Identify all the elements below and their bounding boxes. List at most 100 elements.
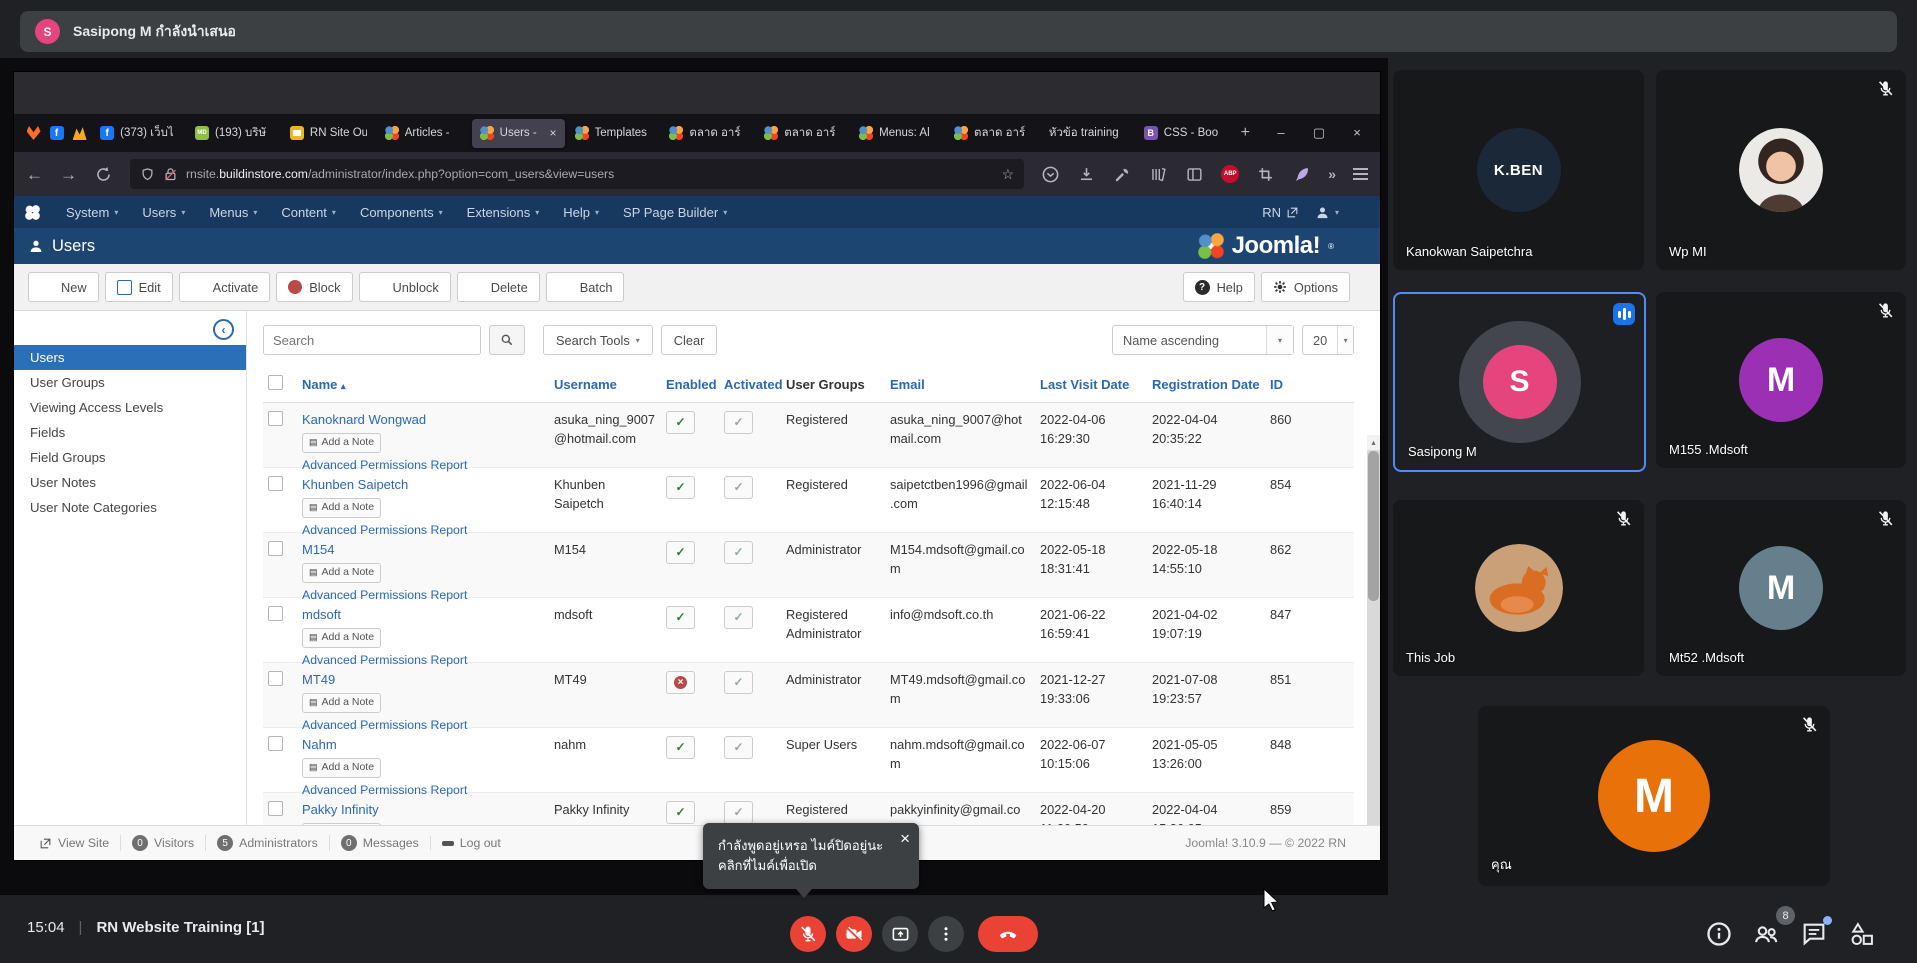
library-icon[interactable] (1149, 165, 1168, 184)
add-note-button[interactable]: ▤ Add a Note (302, 562, 382, 583)
sidebar-item[interactable]: Users (14, 345, 246, 370)
permissions-report-link[interactable]: Advanced Permissions Report (302, 717, 544, 735)
insecure-lock-icon[interactable] (163, 167, 178, 182)
sidebar-item[interactable]: User Groups (14, 370, 246, 395)
add-note-button[interactable]: ▤ Add a Note (302, 627, 382, 648)
participant-tile-thisjob[interactable]: This Job (1393, 500, 1644, 676)
toolbar-button[interactable]: Delete (456, 272, 540, 302)
clear-button[interactable]: Clear (660, 325, 718, 355)
sidebar-collapse-icon[interactable]: ‹ (213, 319, 234, 340)
status-bar-item[interactable]: 5 Administrators (205, 835, 329, 851)
admin-menu-item[interactable]: Users ▾ (130, 196, 197, 228)
people-button[interactable] (1752, 920, 1780, 948)
browser-tab[interactable]: Templates (567, 119, 660, 148)
add-note-button[interactable]: ▤ Add a Note (302, 432, 382, 453)
column-header-activated[interactable]: Activated (719, 377, 783, 392)
reload-button[interactable] (94, 165, 113, 184)
row-checkbox[interactable] (268, 671, 283, 686)
restore-button[interactable]: ▢ (1300, 118, 1338, 148)
row-checkbox[interactable] (268, 411, 283, 426)
toolbar-button[interactable]: Activate (178, 272, 271, 302)
sidebar-item[interactable]: Viewing Access Levels (14, 395, 246, 420)
admin-menu-item[interactable]: Menus ▾ (197, 196, 269, 228)
row-checkbox[interactable] (268, 801, 283, 816)
user-menu[interactable]: ▾ (1315, 205, 1339, 220)
browser-tab[interactable]: RN Site Ou (282, 119, 375, 148)
browser-tab[interactable]: ตลาด อาร์ (661, 119, 754, 148)
sidebar-item[interactable]: Field Groups (14, 445, 246, 470)
browser-tab[interactable]: Users - × (471, 118, 565, 148)
bookmark-star-icon[interactable]: ☆ (1002, 166, 1015, 183)
toolbar-button[interactable]: New (28, 272, 99, 302)
toolbar-button[interactable]: Unblock (358, 272, 451, 302)
select-all-checkbox[interactable] (268, 375, 283, 390)
participant-tile-m155[interactable]: M M155 .Mdsoft (1656, 292, 1906, 468)
status-bar-item[interactable]: Log out (429, 836, 512, 850)
browser-tab[interactable]: Articles - (377, 119, 470, 148)
admin-menu-item[interactable]: Components ▾ (348, 196, 455, 228)
participant-tile-mt52[interactable]: M Mt52 .Mdsoft (1656, 500, 1906, 676)
shield-icon[interactable] (140, 167, 155, 182)
feather-icon[interactable] (1292, 165, 1311, 184)
activated-toggle[interactable]: ✓ (724, 606, 753, 629)
browser-tab[interactable]: ตลาด อาร์ (756, 119, 849, 148)
back-button[interactable]: ← (26, 166, 43, 183)
enabled-toggle[interactable]: ✓ (666, 476, 695, 499)
search-input[interactable] (263, 325, 481, 355)
browser-tab[interactable]: หัวข้อ training (1041, 119, 1134, 148)
activated-toggle[interactable]: ✓ (724, 476, 753, 499)
pinned-tab[interactable] (23, 119, 44, 147)
participant-tile-sasipong[interactable]: S Sasipong M (1393, 292, 1646, 472)
sidebar-item[interactable]: User Note Categories (14, 495, 246, 520)
add-note-button[interactable]: ▤ Add a Note (302, 757, 382, 778)
scrollbar-thumb[interactable] (1368, 451, 1379, 601)
mic-button[interactable] (790, 916, 826, 952)
browser-tab[interactable]: (373) เว็บไ (92, 119, 185, 148)
sidebar-item[interactable]: Fields (14, 420, 246, 445)
browser-tab[interactable]: (193) บริษั (187, 119, 280, 148)
permissions-report-link[interactable]: Advanced Permissions Report (302, 652, 544, 670)
pinned-tab[interactable] (46, 119, 67, 147)
options-button[interactable]: Options (1260, 272, 1350, 302)
row-checkbox[interactable] (268, 606, 283, 621)
status-bar-item[interactable]: View Site (28, 836, 120, 850)
user-name-link[interactable]: Khunben Saipetch (302, 476, 544, 495)
user-name-link[interactable]: Nahm (302, 736, 544, 755)
user-name-link[interactable]: Pakky Infinity (302, 801, 544, 820)
admin-menu-item[interactable]: Content ▾ (269, 196, 348, 228)
enabled-toggle[interactable]: ✓ (666, 541, 695, 564)
column-header-email[interactable]: Email (885, 377, 1035, 392)
row-checkbox[interactable] (268, 476, 283, 491)
leave-call-button[interactable] (978, 916, 1038, 952)
user-name-link[interactable]: mdsoft (302, 606, 544, 625)
add-note-button[interactable]: ▤ Add a Note (302, 497, 382, 518)
toolbar-button[interactable]: Edit (104, 272, 173, 302)
toolbar-button[interactable]: Block (276, 272, 353, 302)
column-header-id[interactable]: ID (1265, 377, 1299, 392)
search-button[interactable] (489, 325, 525, 355)
pocket-icon[interactable] (1041, 165, 1060, 184)
admin-menu-item[interactable]: System ▾ (54, 196, 130, 228)
activated-toggle[interactable]: ✓ (724, 736, 753, 759)
activities-button[interactable] (1848, 920, 1876, 948)
adblock-icon[interactable]: ABP (1221, 165, 1240, 183)
add-note-button[interactable]: ▤ Add a Note (302, 692, 382, 713)
enabled-toggle[interactable]: ✓ (666, 606, 695, 629)
enabled-toggle[interactable]: ✓ (666, 736, 695, 759)
toolbar-button[interactable]: Batch (545, 272, 625, 302)
column-header-username[interactable]: Username (549, 377, 661, 392)
status-bar-item[interactable]: 0 Visitors (120, 835, 205, 851)
user-name-link[interactable]: MT49 (302, 671, 544, 690)
user-name-link[interactable]: M154 (302, 541, 544, 560)
activated-toggle[interactable]: ✓ (724, 671, 753, 694)
browser-tab[interactable]: Menus: Al (851, 119, 944, 148)
row-checkbox[interactable] (268, 541, 283, 556)
search-tools-button[interactable]: Search Tools ▾ (543, 325, 653, 355)
column-header-registration[interactable]: Registration Date (1147, 377, 1265, 392)
column-header-last-visit[interactable]: Last Visit Date (1035, 377, 1147, 392)
view-site-link[interactable]: RN (1262, 205, 1299, 220)
participant-tile-you[interactable]: M คุณ (1478, 706, 1830, 886)
activated-toggle[interactable]: ✓ (724, 801, 753, 824)
browser-tab[interactable]: CSS - Boo (1136, 119, 1229, 148)
enabled-toggle[interactable]: ✓ (666, 801, 695, 824)
